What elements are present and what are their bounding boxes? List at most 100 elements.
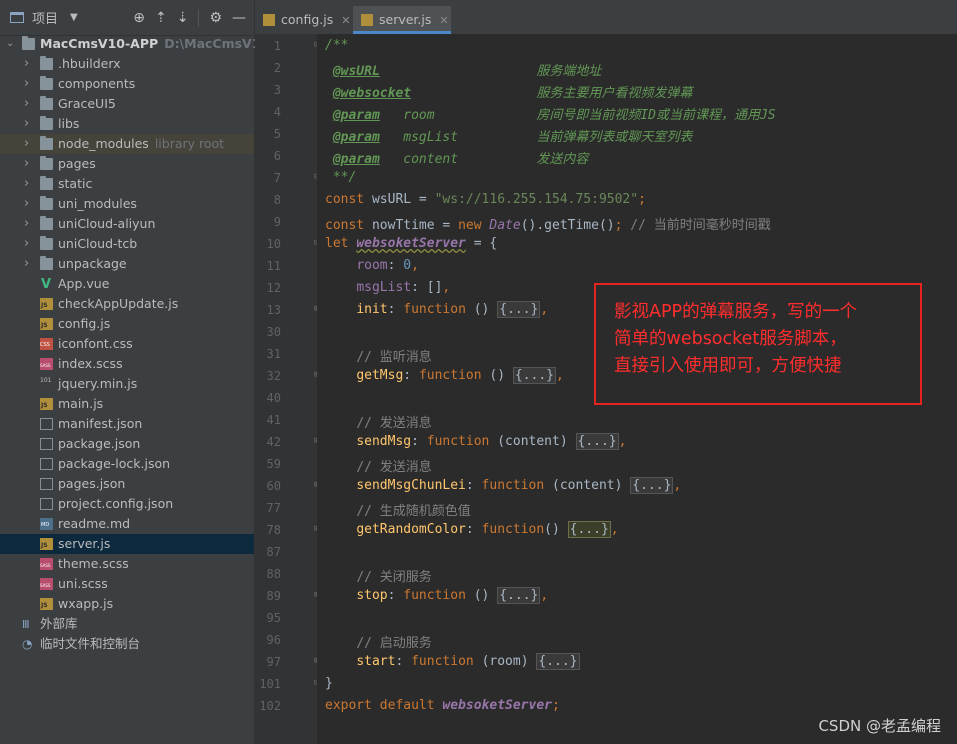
close-icon[interactable]: ✕ [341, 14, 350, 27]
tree-file[interactable]: package-lock.json [0, 454, 254, 474]
collapse-all-icon[interactable]: ⇣ [177, 10, 189, 26]
line-number: 78 [266, 523, 281, 537]
tree-file[interactable]: server.js [0, 534, 254, 554]
code-line[interactable]: @websocket 服务主要用户看视频发弹幕 [325, 82, 693, 101]
annotation-box: 影视APP的弹幕服务，写的一个 简单的websocket服务脚本， 直接引入使用… [594, 283, 922, 405]
line-number: 12 [266, 281, 281, 295]
tree-file[interactable]: checkAppUpdate.js [0, 294, 254, 314]
js-icon [40, 318, 53, 330]
tree-file[interactable]: package.json [0, 434, 254, 454]
tree-file[interactable]: theme.scss [0, 554, 254, 574]
tree-folder[interactable]: › pages [0, 154, 254, 174]
tab-config-js[interactable]: config.js ✕ [255, 6, 353, 34]
code-line[interactable]: msgList: [], [325, 280, 450, 295]
code-line[interactable]: /** [325, 38, 348, 53]
tree-file[interactable]: 外部库 [0, 614, 254, 635]
folder-icon [40, 176, 53, 190]
chevron-right-icon[interactable]: › [24, 74, 29, 94]
project-icon [10, 12, 24, 23]
code-line[interactable]: const wsURL = "ws://116.255.154.75:9502"… [325, 192, 646, 207]
chevron-right-icon[interactable]: › [24, 54, 29, 74]
code-line[interactable]: const nowTtime = new Date().getTime(); /… [325, 214, 771, 233]
tree-folder[interactable]: › uniCloud-aliyun [0, 214, 254, 234]
tree-folder[interactable]: › GraceUI5 [0, 94, 254, 114]
code-line[interactable]: sendMsgChunLei: function (content) {...}… [325, 477, 681, 494]
tree-folder[interactable]: › static [0, 174, 254, 194]
code-line[interactable]: init: function () {...}, [325, 301, 548, 318]
sidebar-title[interactable]: 项目 [32, 8, 58, 27]
code-line[interactable]: @wsURL 服务端地址 [325, 60, 602, 79]
chevron-down-icon[interactable]: ▼ [70, 12, 78, 23]
chevron-right-icon[interactable]: › [24, 194, 29, 214]
chevron-right-icon[interactable]: › [24, 254, 29, 274]
locate-icon[interactable]: ⊕ [133, 10, 145, 26]
tree-file[interactable]: App.vue [0, 274, 254, 295]
line-number: 8 [273, 193, 281, 207]
code-line[interactable]: export default websoketServer; [325, 698, 560, 713]
code-line[interactable]: @param content 发送内容 [325, 148, 589, 167]
tree-file[interactable]: jquery.min.js [0, 374, 254, 394]
line-number: 9 [273, 215, 281, 229]
chevron-right-icon[interactable]: › [24, 114, 29, 134]
tree-file[interactable]: index.scss [0, 354, 254, 374]
code-line[interactable]: // 发送消息 [325, 456, 431, 475]
tree-folder[interactable]: › uni_modules [0, 194, 254, 214]
js-icon [40, 538, 53, 550]
tree-file[interactable]: uni.scss [0, 574, 254, 594]
tree-item-label: 临时文件和控制台 [40, 636, 141, 651]
tree-file[interactable]: readme.md [0, 514, 254, 534]
tree-file[interactable]: project.config.json [0, 494, 254, 514]
chevron-right-icon[interactable]: › [24, 234, 29, 254]
code-line[interactable]: sendMsg: function (content) {...}, [325, 433, 626, 450]
tree-folder[interactable]: › .hbuilderx [0, 54, 254, 74]
chevron-right-icon[interactable]: › [24, 94, 29, 114]
tree-item-label: MacCmsV10-APP D:\MacCmsV10-A [40, 36, 284, 51]
tab-server-js[interactable]: server.js ✕ [353, 6, 451, 34]
chevron-right-icon[interactable]: › [24, 174, 29, 194]
chevron-right-icon[interactable]: › [24, 154, 29, 174]
tree-folder[interactable]: › unpackage [0, 254, 254, 274]
line-number-gutter: 1⊟234567⊟8910⊟111213⊞303132⊞404142⊞5960⊞… [255, 34, 319, 744]
code-line[interactable]: @param msgList 当前弹幕列表或聊天室列表 [325, 126, 693, 145]
tree-folder[interactable]: › libs [0, 114, 254, 134]
code-line[interactable]: let websoketServer = { [325, 236, 497, 251]
tree-file[interactable]: config.js [0, 314, 254, 334]
close-icon[interactable]: ✕ [439, 14, 448, 27]
chevron-right-icon[interactable]: › [24, 134, 29, 154]
code-line[interactable]: // 发送消息 [325, 412, 431, 431]
code-line[interactable]: stop: function () {...}, [325, 587, 548, 604]
code-line[interactable]: getMsg: function () {...}, [325, 367, 564, 384]
tree-item-label: index.scss [58, 356, 123, 371]
line-number: 3 [273, 83, 281, 97]
code-line[interactable]: // 启动服务 [325, 632, 431, 651]
tree-item-label: node_modules library root [58, 136, 225, 151]
line-number: 32 [266, 369, 281, 383]
code-line[interactable]: } [325, 676, 333, 691]
tree-item-label: uni.scss [58, 576, 108, 591]
tree-file[interactable]: 临时文件和控制台 [0, 634, 254, 654]
tree-folder[interactable]: ⌄ MacCmsV10-APP D:\MacCmsV10-A [0, 34, 284, 54]
code-line[interactable]: room: 0, [325, 258, 419, 273]
tree-folder[interactable]: › uniCloud-tcb [0, 234, 254, 254]
code-line[interactable]: **/ [325, 170, 357, 185]
tree-file[interactable]: pages.json [0, 474, 254, 494]
tab-label: server.js [379, 12, 432, 27]
code-line[interactable]: getRandomColor: function() {...}, [325, 521, 619, 538]
code-line[interactable]: @param room 房间号即当前视频ID或当前课程，通用JS [325, 104, 776, 123]
code-line[interactable]: // 监听消息 [325, 346, 431, 365]
expand-all-icon[interactable]: ⇡ [155, 10, 167, 26]
tree-file[interactable]: main.js [0, 394, 254, 414]
tree-folder[interactable]: › node_modules library root [0, 134, 254, 154]
code-line[interactable]: // 生成随机颜色值 [325, 500, 470, 519]
tree-file[interactable]: wxapp.js [0, 594, 254, 614]
code-line[interactable]: start: function (room) {...} [325, 653, 580, 670]
tree-file[interactable]: iconfont.css [0, 334, 254, 354]
tree-item-label: main.js [58, 396, 104, 411]
chevron-down-icon[interactable]: ⌄ [6, 34, 14, 54]
tree-folder[interactable]: › components [0, 74, 254, 94]
tree-file[interactable]: manifest.json [0, 414, 254, 434]
gear-icon[interactable]: ⚙ [209, 10, 222, 26]
code-line[interactable]: // 关闭服务 [325, 566, 431, 585]
chevron-right-icon[interactable]: › [24, 214, 29, 234]
minimize-icon[interactable]: — [232, 10, 246, 26]
